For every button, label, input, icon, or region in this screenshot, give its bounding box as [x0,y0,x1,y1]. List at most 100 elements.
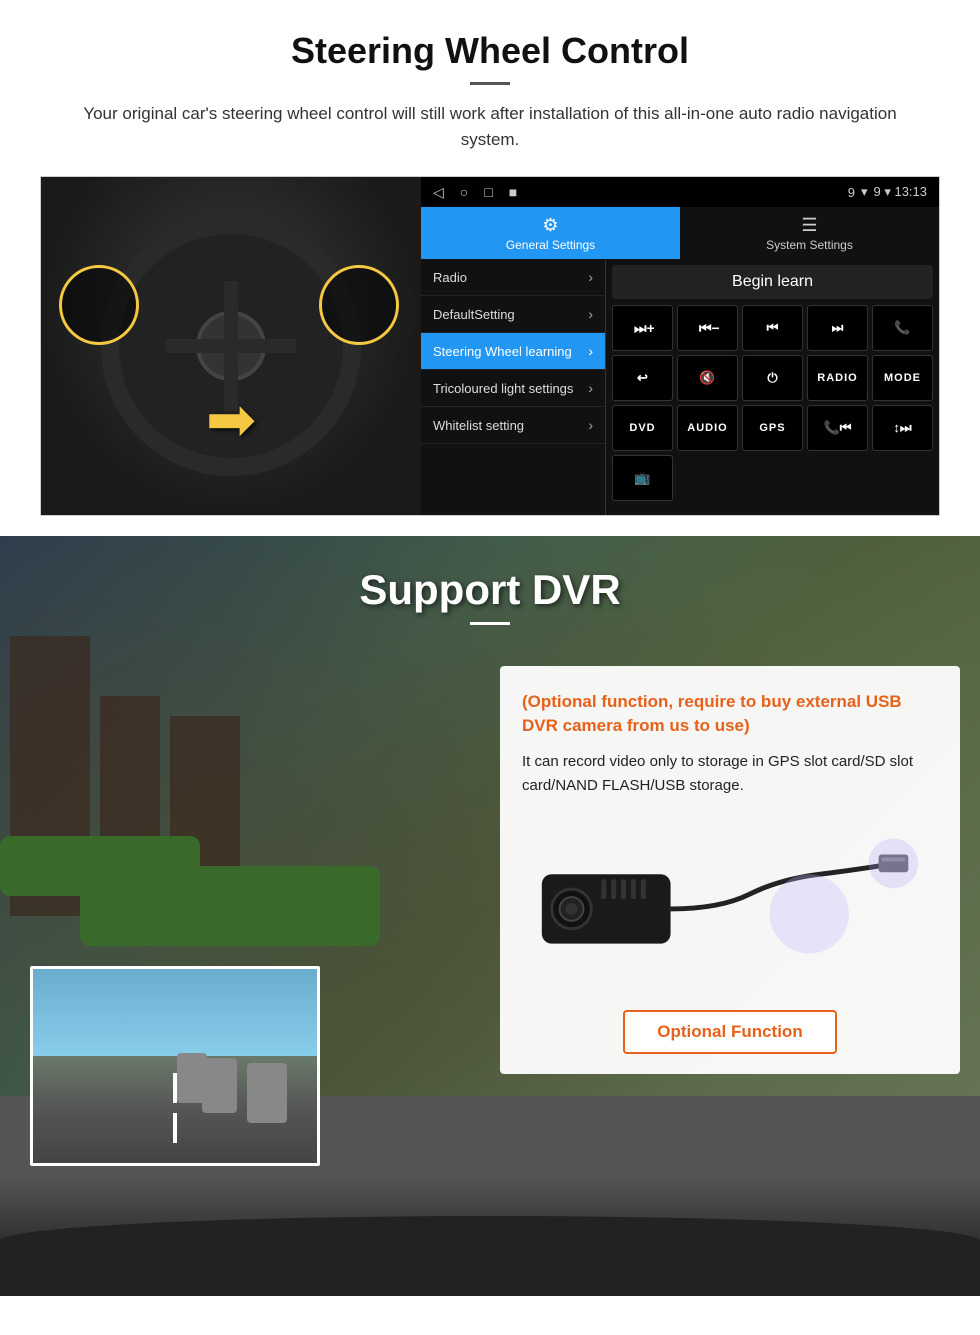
mute-icon: 🔇 [699,370,715,386]
dvr-camera-svg [522,824,938,984]
sky [33,969,317,1056]
menu-item-tricoloured[interactable]: Tricoloured light settings › [421,370,605,407]
controls-panel: Begin learn ⏭+ ⏮− ⏮ [606,259,939,515]
page-subtitle: Your original car's steering wheel contr… [60,101,920,152]
status-time: 9 ▾ 13:13 [873,184,927,200]
road-marking-2 [173,1113,177,1143]
recent-nav-icon[interactable]: □ [484,184,492,200]
tab-general-settings[interactable]: ⚙ General Settings [421,207,680,259]
ctrl-btn-next[interactable]: ⏭ [807,305,868,351]
system-settings-label: System Settings [766,238,853,252]
dvr-title: Support DVR [0,566,980,614]
prev-icon: ⏮ [767,320,779,336]
audio-label: AUDIO [687,422,727,434]
ctrl-btn-prev[interactable]: ⏮ [742,305,803,351]
ctrl-btn-mute[interactable]: 🔇 [677,355,738,401]
ctrl-btn-vol-down[interactable]: ⏮− [677,305,738,351]
dvr-optional-title: (Optional function, require to buy exter… [522,690,938,738]
general-settings-label: General Settings [506,238,595,252]
ctrl-btn-call[interactable]: 📞 [872,305,933,351]
menu-item-radio-label: Radio [433,270,467,285]
begin-learn-row: Begin learn [612,265,933,299]
extra-icon: 📺 [634,470,650,486]
car-2 [202,1058,237,1113]
dvd-label: DVD [629,422,655,434]
dashcam-thumbnail [30,966,320,1166]
menu-arrow-radio: › [588,269,593,285]
system-settings-icon: ☰ [801,215,817,236]
next-icon: ⏭ [832,320,844,336]
back-nav-icon[interactable]: ◁ [433,184,444,201]
page-title: Steering Wheel Control [40,30,940,72]
svg-text:⏮−: ⏮− [699,320,719,336]
dvr-camera-image [522,814,938,994]
ctrl-btn-mode[interactable]: MODE [872,355,933,401]
svg-text:⏭+: ⏭+ [634,320,654,336]
dvr-info-card: (Optional function, require to buy exter… [500,666,960,1074]
menu-item-steering-wheel[interactable]: Steering Wheel learning › [421,333,605,370]
dashcam-road-view [33,969,317,1163]
mode-label: MODE [884,372,921,384]
control-buttons-grid: ⏭+ ⏮− ⏮ ⏭ 📞 [612,305,933,501]
settings-tabs: ⚙ General Settings ☰ System Settings [421,207,939,259]
menu-arrow-whitelist: › [588,417,593,433]
android-topbar: ◁ ○ □ ■ 9 ▾ 9 ▾ 13:13 [421,177,939,207]
dvr-heading: Support DVR [0,536,980,637]
home-nav-icon[interactable]: ○ [460,184,468,200]
next-call-icon: ↕⏭ [893,420,911,436]
control-circle-right [319,265,399,345]
power-icon: ⏻ [767,370,777,386]
ctrl-btn-next-call[interactable]: ↕⏭ [872,405,933,451]
ctrl-btn-gps[interactable]: GPS [742,405,803,451]
steering-wheel-panel: ➡ [41,177,421,515]
ctrl-btn-extra[interactable]: 📺 [612,455,673,501]
control-circle-left [59,265,139,345]
prev-call-icon: 📞⏮ [824,420,852,436]
ctrl-btn-hangup[interactable]: ↩ [612,355,673,401]
hedge-2 [0,836,200,896]
menu-arrow-steering: › [588,343,593,359]
settings-menu-list: Radio › DefaultSetting › Steering Wheel … [421,259,606,515]
menu-item-steering-label: Steering Wheel learning [433,344,572,359]
menu-arrow-tricoloured: › [588,380,593,396]
android-ui-panel: ◁ ○ □ ■ 9 ▾ 9 ▾ 13:13 ⚙ General Settings [421,177,939,515]
ctrl-btn-audio[interactable]: AUDIO [677,405,738,451]
title-divider [470,82,510,85]
steering-wheel-image: ➡ [41,177,421,515]
ctrl-btn-radio[interactable]: RADIO [807,355,868,401]
car-1 [247,1063,287,1123]
general-settings-icon: ⚙ [542,215,558,236]
begin-learn-label[interactable]: Begin learn [612,265,933,299]
ctrl-btn-vol-up[interactable]: ⏭+ [612,305,673,351]
menu-item-defaultsetting-label: DefaultSetting [433,307,515,322]
demo-container: ➡ ◁ ○ □ ■ 9 ▾ 9 ▾ 13:13 [40,176,940,516]
menu-arrow-default: › [588,306,593,322]
tab-system-settings[interactable]: ☰ System Settings [680,207,939,259]
ctrl-btn-power[interactable]: ⏻ [742,355,803,401]
dvr-section: Support DVR (Optional function, require … [0,536,980,1296]
status-signal: 9 [848,185,855,200]
menu-item-tricoloured-label: Tricoloured light settings [433,381,573,396]
menu-nav-icon[interactable]: ■ [509,184,517,200]
menu-item-radio[interactable]: Radio › [421,259,605,296]
hangup-icon: ↩ [637,370,648,386]
dvr-divider [470,622,510,625]
car-3 [177,1053,207,1103]
dashboard-overlay [0,1216,980,1296]
menu-item-whitelist-label: Whitelist setting [433,418,524,433]
menu-item-defaultsetting[interactable]: DefaultSetting › [421,296,605,333]
android-nav: ◁ ○ □ ■ [433,184,517,201]
status-wifi: ▾ [861,184,868,200]
arrow-overlay: ➡ [206,385,256,455]
ctrl-btn-dvd[interactable]: DVD [612,405,673,451]
steering-section: Steering Wheel Control Your original car… [0,0,980,536]
ctrl-btn-prev-call[interactable]: 📞⏮ [807,405,868,451]
radio-label: RADIO [817,372,857,384]
menu-item-whitelist[interactable]: Whitelist setting › [421,407,605,444]
optional-function-button[interactable]: Optional Function [623,1010,836,1054]
dvr-description: It can record video only to storage in G… [522,750,938,798]
android-status: 9 ▾ 9 ▾ 13:13 [848,184,927,200]
menu-controls-area: Radio › DefaultSetting › Steering Wheel … [421,259,939,515]
call-icon: 📞 [894,320,910,336]
gps-label: GPS [759,422,785,434]
